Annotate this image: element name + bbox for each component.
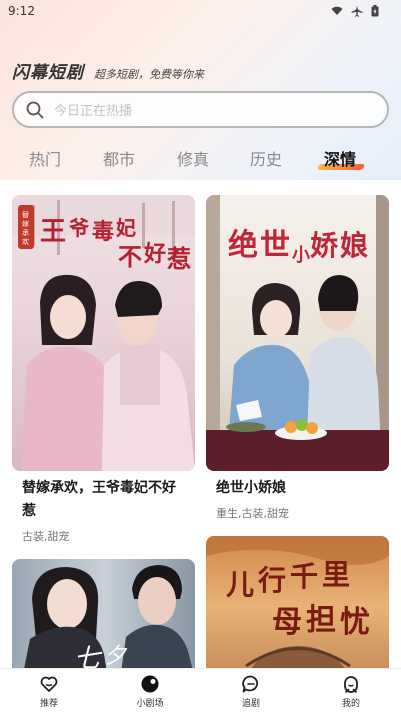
drama-card[interactable]: 七 夕 (12, 559, 195, 679)
battery-icon (371, 5, 379, 17)
drama-tags: 重生,古装,甜宠 (216, 507, 289, 520)
drama-poster[interactable]: 绝 世 小 娇 娘 (206, 195, 389, 471)
svg-text:忧: 忧 (340, 605, 370, 640)
drama-poster[interactable]: 七 夕 (12, 559, 195, 679)
drama-title[interactable]: 绝世小娇娘 (206, 477, 389, 500)
tab-cultivation[interactable]: 修真 (177, 146, 209, 170)
drama-card[interactable]: 儿 行 千 里 母 担 忧 (206, 536, 389, 679)
svg-text:王: 王 (40, 217, 66, 247)
svg-text:小: 小 (292, 245, 310, 266)
svg-text:嫁: 嫁 (22, 219, 29, 228)
airplane-icon (351, 5, 363, 17)
svg-text:惹: 惹 (167, 244, 191, 273)
nav-mine-label: 我的 (341, 699, 360, 709)
poster-image: 儿 行 千 里 母 担 忧 (206, 536, 389, 679)
svg-text:不: 不 (118, 242, 142, 271)
svg-text:欢: 欢 (22, 237, 29, 246)
svg-text:承: 承 (22, 228, 29, 237)
svg-text:夕: 夕 (104, 644, 128, 669)
tab-hot[interactable]: 热门 (29, 146, 61, 170)
nav-follow[interactable]: 追剧 (226, 674, 276, 709)
nav-recommend-label: 推荐 (39, 699, 58, 709)
svg-text:担: 担 (306, 603, 336, 638)
svg-text:毒: 毒 (92, 219, 114, 245)
wifi-icon (331, 6, 343, 15)
poster-image: 七 夕 (12, 559, 195, 679)
drama-poster[interactable]: 王 爷 毒 妃 不 好 惹 替嫁 承欢 (12, 195, 195, 471)
status-icons (331, 5, 379, 17)
nav-mine[interactable]: 我的 (326, 674, 376, 709)
svg-text:里: 里 (322, 558, 350, 591)
search-input[interactable]: 今日正在热播 (12, 91, 389, 128)
drama-card[interactable]: 绝 世 小 娇 娘 绝世小娇娘 重生,古装,甜宠 (206, 195, 389, 521)
app-logo: 闪幕短剧 (12, 63, 84, 83)
status-bar: 9:12 (0, 0, 401, 24)
poster-image: 王 爷 毒 妃 不 好 惹 替嫁 承欢 (12, 195, 195, 471)
theater-icon (141, 675, 159, 693)
svg-text:绝: 绝 (228, 228, 258, 263)
nav-theater[interactable]: 小剧场 (125, 674, 175, 709)
svg-text:儿: 儿 (226, 568, 254, 601)
svg-text:世: 世 (260, 228, 290, 263)
brand-header: 闪幕短剧 超多短剧，免费等你来 (12, 58, 204, 83)
drama-tags: 古装,甜宠 (22, 530, 70, 543)
svg-text:妃: 妃 (116, 216, 136, 240)
status-time: 9:12 (8, 4, 35, 18)
poster-image: 绝 世 小 娇 娘 (206, 195, 389, 471)
search-placeholder: 今日正在热播 (54, 104, 133, 119)
drama-title[interactable]: 替嫁承欢，王爷毒妃不好惹 (12, 477, 195, 523)
tab-urban[interactable]: 都市 (103, 146, 135, 170)
tab-romance-label: 深情 (324, 150, 357, 169)
bottom-navigation: 推荐 小剧场 追剧 我的 (0, 668, 401, 713)
svg-text:母: 母 (272, 605, 302, 640)
tab-romance[interactable]: 深情 (316, 146, 366, 170)
svg-text:行: 行 (257, 564, 286, 597)
heart-icon (40, 676, 58, 692)
chat-icon (242, 675, 259, 693)
drama-card[interactable]: 王 爷 毒 妃 不 好 惹 替嫁 承欢 替嫁承欢，王爷毒妃不好惹 古装,甜宠 (12, 195, 195, 544)
profile-icon (344, 676, 358, 693)
tab-history[interactable]: 历史 (250, 146, 282, 170)
category-tabs: 热门 都市 修真 历史 深情 (0, 140, 401, 180)
svg-text:替: 替 (22, 210, 29, 219)
app-slogan: 超多短剧，免费等你来 (94, 68, 204, 81)
nav-theater-label: 小剧场 (136, 699, 164, 709)
drama-poster[interactable]: 儿 行 千 里 母 担 忧 (206, 536, 389, 679)
nav-follow-label: 追剧 (241, 699, 260, 709)
svg-text:娇: 娇 (310, 229, 339, 262)
svg-text:千: 千 (290, 560, 318, 593)
svg-text:好: 好 (143, 241, 166, 267)
search-icon (26, 101, 44, 118)
svg-text:爷: 爷 (69, 216, 90, 240)
nav-recommend[interactable]: 推荐 (24, 674, 74, 709)
svg-text:娘: 娘 (340, 229, 368, 262)
